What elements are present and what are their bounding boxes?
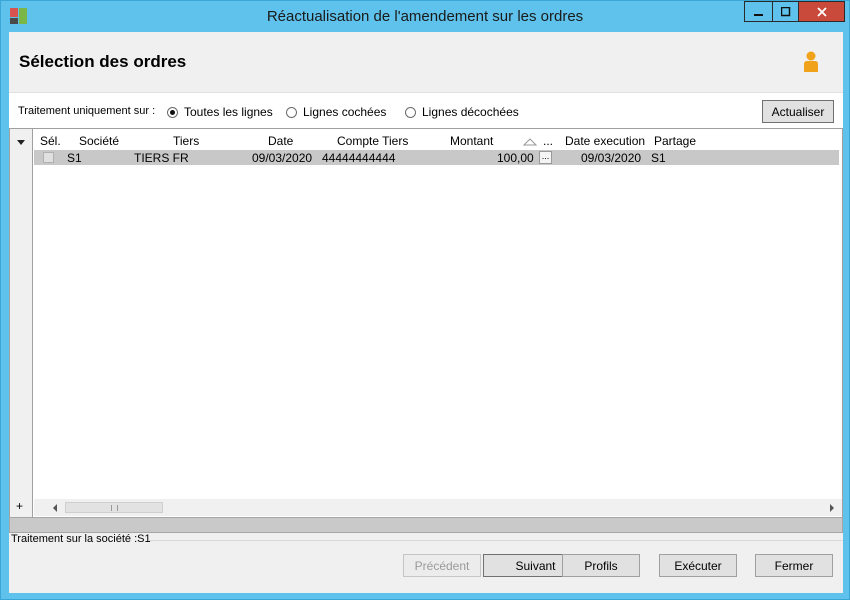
cell-date: 09/03/2020	[252, 151, 313, 165]
previous-button[interactable]: Précédent	[403, 554, 481, 577]
minimize-button[interactable]	[744, 1, 772, 22]
sort-indicator-icon	[523, 138, 537, 146]
radio-unchecked-lines-label: Lignes décochées	[422, 105, 519, 119]
column-header-compte-tiers[interactable]: Compte Tiers	[337, 134, 408, 148]
table-row[interactable]: S1 TIERS FR 09/03/2020 44444444444 100,0…	[34, 150, 839, 165]
row-checkbox[interactable]	[43, 152, 54, 163]
add-row-button[interactable]: +	[16, 499, 23, 513]
refresh-button[interactable]: Actualiser	[762, 100, 834, 123]
profiles-button[interactable]: Profils	[562, 554, 640, 577]
column-header-ellipsis[interactable]: ...	[543, 134, 553, 148]
row-ellipsis-button[interactable]: ...	[539, 151, 552, 164]
filter-label: Traitement uniquement sur :	[18, 105, 156, 117]
horizontal-scrollbar[interactable]	[34, 499, 842, 516]
scroll-left-icon[interactable]	[53, 504, 57, 512]
radio-all-lines-label: Toutes les lignes	[184, 105, 273, 119]
status-divider	[149, 540, 843, 541]
close-window-button[interactable]: Fermer	[755, 554, 833, 577]
radio-unselected-icon	[405, 106, 416, 118]
radio-checked-lines[interactable]: Lignes cochées	[286, 105, 386, 119]
column-header-sel[interactable]: Sél.	[40, 134, 61, 148]
progress-bar	[9, 517, 843, 533]
grip-icon	[111, 505, 118, 511]
radio-checked-lines-label: Lignes cochées	[303, 105, 387, 119]
window-client: Sélection des ordres Traitement uniqueme…	[9, 32, 843, 593]
radio-unchecked-lines[interactable]: Lignes décochées	[405, 105, 519, 119]
column-header-date-execution[interactable]: Date execution	[565, 134, 645, 148]
page-title: Sélection des ordres	[19, 52, 187, 71]
filter-bar: Traitement uniquement sur : Toutes les l…	[9, 92, 843, 128]
cell-tiers: TIERS FR	[134, 151, 189, 165]
maximize-button[interactable]	[772, 1, 799, 22]
header-panel: Sélection des ordres	[9, 32, 843, 92]
status-text: Traitement sur la société :S1	[11, 533, 151, 545]
cell-societe: S1	[67, 151, 82, 165]
column-header-partage[interactable]: Partage	[654, 134, 696, 148]
maximize-icon	[780, 6, 790, 16]
scroll-right-icon[interactable]	[830, 504, 834, 512]
scrollbar-thumb[interactable]	[65, 502, 163, 513]
title-bar: Réactualisation de l'amendement sur les …	[1, 1, 849, 32]
cell-date-execution: 09/03/2020	[581, 151, 642, 165]
app-window: Réactualisation de l'amendement sur les …	[0, 0, 850, 600]
cell-partage: S1	[651, 151, 666, 165]
close-button[interactable]	[799, 1, 845, 22]
user-icon[interactable]	[802, 51, 820, 73]
radio-selected-icon	[167, 106, 178, 118]
radio-all-lines[interactable]: Toutes les lignes	[167, 105, 273, 119]
grid-row-selector: +	[10, 129, 33, 517]
column-header-montant[interactable]: Montant	[450, 134, 493, 148]
minimize-icon	[753, 13, 763, 16]
dropdown-arrow-icon[interactable]	[17, 140, 25, 145]
cell-montant: 100,00	[497, 151, 534, 165]
radio-unselected-icon	[286, 106, 297, 118]
column-header-date[interactable]: Date	[268, 134, 293, 148]
cell-compte-tiers: 44444444444	[322, 151, 396, 165]
window-title: Réactualisation de l'amendement sur les …	[266, 8, 584, 25]
grid-header: Sél. Société Tiers Date Compte Tiers Mon…	[34, 134, 842, 150]
orders-grid: + Sél. Société Tiers Date Compte Tiers M…	[9, 128, 843, 518]
execute-button[interactable]: Exécuter	[659, 554, 737, 577]
column-header-societe[interactable]: Société	[79, 134, 119, 148]
column-header-tiers[interactable]: Tiers	[173, 134, 199, 148]
close-icon	[816, 6, 827, 17]
